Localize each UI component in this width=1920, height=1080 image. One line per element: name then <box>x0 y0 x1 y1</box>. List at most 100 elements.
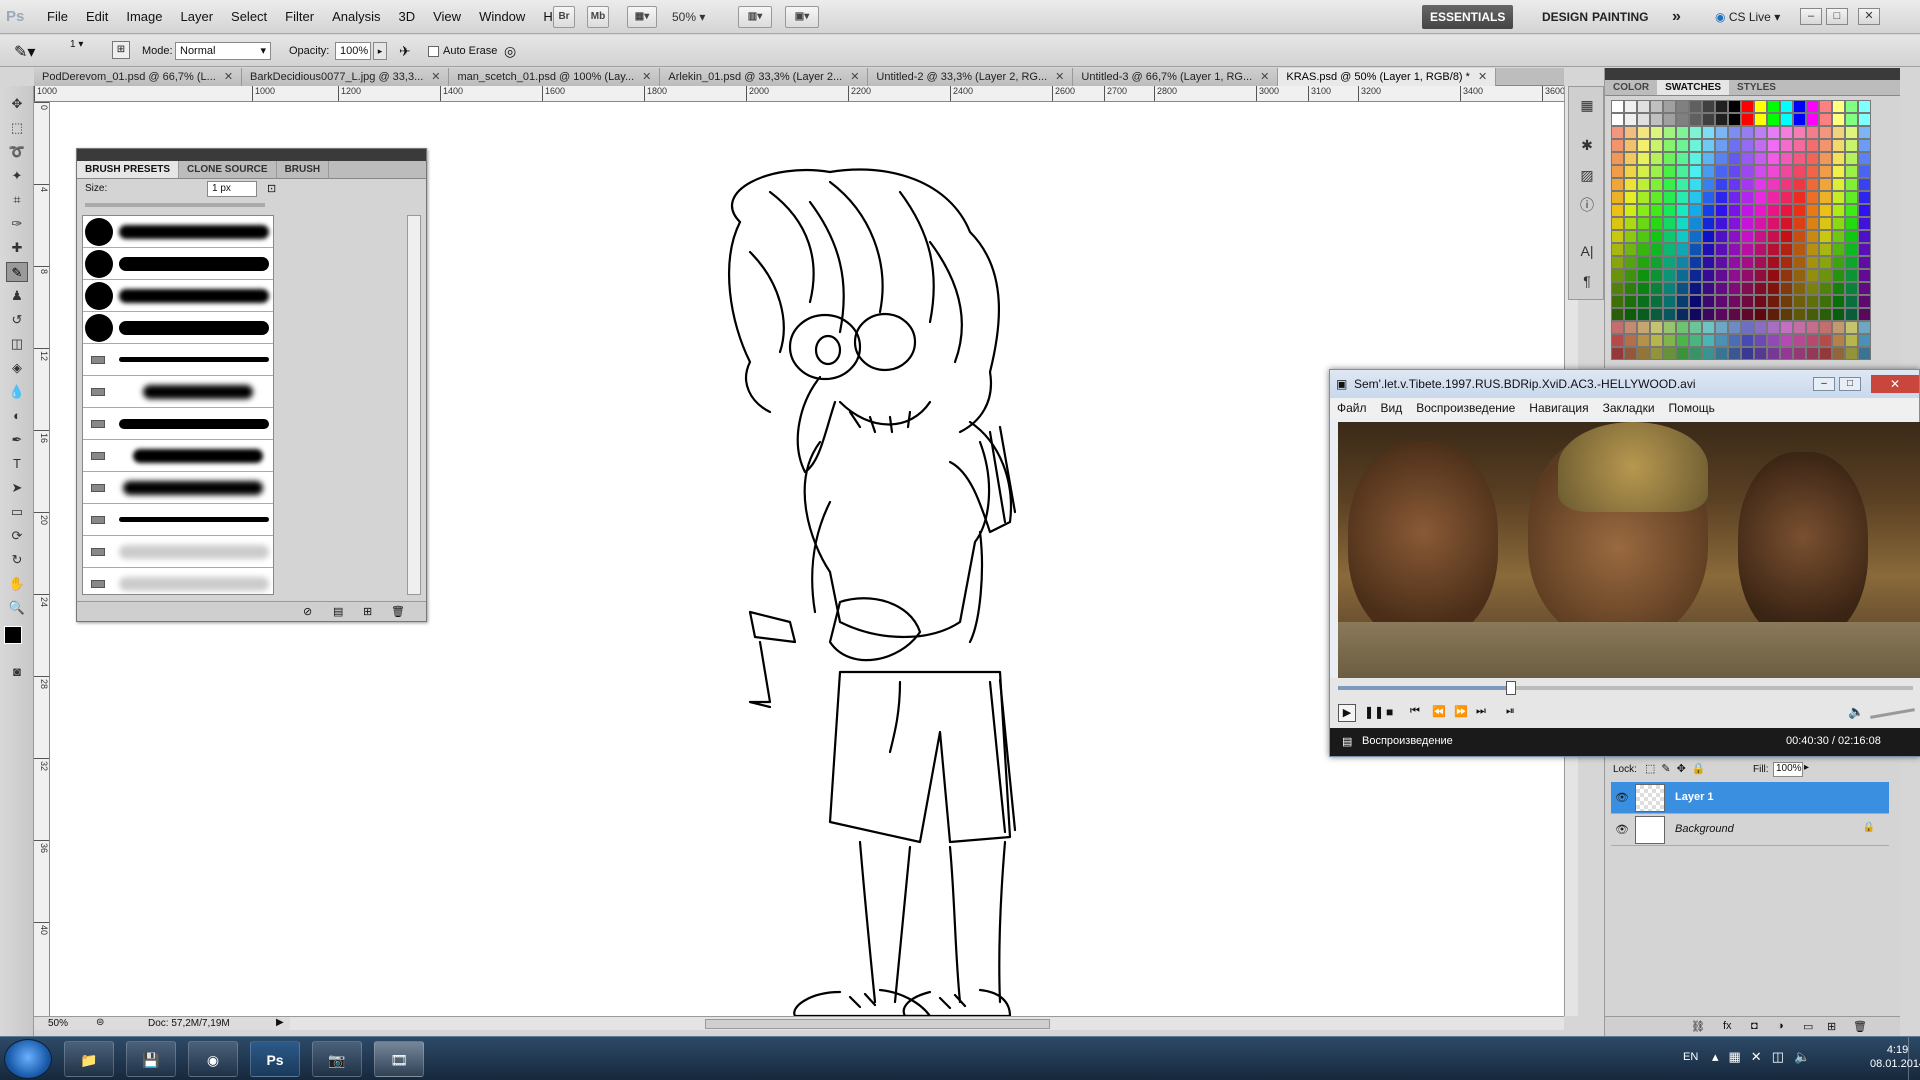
more-workspaces-button[interactable]: » <box>1664 5 1689 29</box>
swatch[interactable] <box>1845 217 1858 230</box>
swatch[interactable] <box>1611 347 1624 360</box>
swatch[interactable] <box>1676 204 1689 217</box>
swatch[interactable] <box>1780 321 1793 334</box>
swatch[interactable] <box>1741 243 1754 256</box>
swatch[interactable] <box>1715 321 1728 334</box>
swatch[interactable] <box>1676 191 1689 204</box>
swatch[interactable] <box>1728 321 1741 334</box>
swatch[interactable] <box>1676 321 1689 334</box>
swatch[interactable] <box>1676 282 1689 295</box>
swatch[interactable] <box>1819 308 1832 321</box>
layer-row[interactable]: 👁 Layer 1 <box>1611 782 1889 814</box>
menu-filter[interactable]: Filter <box>276 9 323 24</box>
swatch[interactable] <box>1715 178 1728 191</box>
swatch[interactable] <box>1754 321 1767 334</box>
swatch[interactable] <box>1715 126 1728 139</box>
swatch[interactable] <box>1793 230 1806 243</box>
photoshop-taskbar-icon[interactable]: Ps <box>250 1041 300 1077</box>
swatch[interactable] <box>1637 191 1650 204</box>
new-layer-icon[interactable]: ⊞ <box>1827 1020 1836 1033</box>
swatch[interactable] <box>1767 165 1780 178</box>
swatch[interactable] <box>1845 204 1858 217</box>
swatch[interactable] <box>1650 178 1663 191</box>
quick-mask-icon[interactable]: ◙ <box>6 662 28 682</box>
swatch[interactable] <box>1715 152 1728 165</box>
swatch[interactable] <box>1741 321 1754 334</box>
rewind-button[interactable]: ⏪ <box>1432 705 1446 718</box>
swatch[interactable] <box>1793 191 1806 204</box>
swatch[interactable] <box>1819 269 1832 282</box>
swatch[interactable] <box>1741 139 1754 152</box>
swatch[interactable] <box>1676 165 1689 178</box>
menu-image[interactable]: Image <box>117 9 171 24</box>
swatch[interactable] <box>1715 139 1728 152</box>
menu-3d[interactable]: 3D <box>389 9 424 24</box>
swatch[interactable] <box>1663 165 1676 178</box>
swatch[interactable] <box>1637 230 1650 243</box>
swatch[interactable] <box>1832 334 1845 347</box>
close-button[interactable]: ✕ <box>1858 8 1880 25</box>
swatch[interactable] <box>1728 191 1741 204</box>
swatch[interactable] <box>1741 113 1754 126</box>
3d-rotate-tool-icon[interactable]: ⟳ <box>6 526 28 546</box>
brush-preset-item[interactable] <box>83 376 273 408</box>
swatch[interactable] <box>1832 256 1845 269</box>
swatch[interactable] <box>1650 113 1663 126</box>
swatch[interactable] <box>1858 321 1871 334</box>
swatch[interactable] <box>1650 347 1663 360</box>
swatch[interactable] <box>1845 334 1858 347</box>
swatch[interactable] <box>1637 126 1650 139</box>
airbrush-icon[interactable]: ✈ <box>399 43 411 60</box>
swatch[interactable] <box>1624 347 1637 360</box>
swatch[interactable] <box>1637 347 1650 360</box>
tab-arlekin[interactable]: Arlekin_01.psd @ 33,3% (Layer 2... ✕ <box>660 68 869 86</box>
swatch[interactable] <box>1845 100 1858 113</box>
swatch[interactable] <box>1637 295 1650 308</box>
swatch[interactable] <box>1793 243 1806 256</box>
swatch[interactable] <box>1702 256 1715 269</box>
swatch[interactable] <box>1676 139 1689 152</box>
menu-view[interactable]: View <box>424 9 470 24</box>
swatch[interactable] <box>1728 308 1741 321</box>
swatch[interactable] <box>1637 243 1650 256</box>
arrange-documents-button[interactable]: ▥▾ <box>738 6 772 28</box>
size-slider[interactable] <box>85 203 265 207</box>
tab-kras[interactable]: KRAS.psd @ 50% (Layer 1, RGB/8) * ✕ <box>1278 68 1497 86</box>
swatch[interactable] <box>1637 204 1650 217</box>
eraser-tool-icon[interactable]: ◫ <box>6 334 28 354</box>
swatch[interactable] <box>1650 152 1663 165</box>
swatch[interactable] <box>1624 100 1637 113</box>
swatch[interactable] <box>1858 334 1871 347</box>
swatch[interactable] <box>1663 243 1676 256</box>
swatch[interactable] <box>1702 321 1715 334</box>
swatch[interactable] <box>1793 282 1806 295</box>
swatch[interactable] <box>1741 204 1754 217</box>
swatch[interactable] <box>1689 191 1702 204</box>
close-tab-icon[interactable]: ✕ <box>850 71 859 83</box>
swatch[interactable] <box>1780 100 1793 113</box>
swatch[interactable] <box>1624 282 1637 295</box>
swatch[interactable] <box>1754 152 1767 165</box>
swatch[interactable] <box>1663 126 1676 139</box>
swatch[interactable] <box>1728 243 1741 256</box>
show-desktop-button[interactable] <box>1908 1037 1920 1080</box>
open-preset-manager-icon[interactable]: ▤ <box>333 605 343 618</box>
swatch[interactable] <box>1780 217 1793 230</box>
swatch[interactable] <box>1689 152 1702 165</box>
player-titlebar[interactable]: ▣ Sem'.let.v.Tibete.1997.RUS.BDRip.XviD.… <box>1330 370 1919 398</box>
swatch[interactable] <box>1741 152 1754 165</box>
swatch[interactable] <box>1728 269 1741 282</box>
swatch[interactable] <box>1806 152 1819 165</box>
swatch[interactable] <box>1715 230 1728 243</box>
swatch[interactable] <box>1845 139 1858 152</box>
swatch[interactable] <box>1676 269 1689 282</box>
scrollbar-thumb[interactable] <box>705 1019 1050 1029</box>
swatch[interactable] <box>1663 347 1676 360</box>
swatch[interactable] <box>1611 126 1624 139</box>
swatch[interactable] <box>1819 217 1832 230</box>
swatch[interactable] <box>1793 347 1806 360</box>
swatch[interactable] <box>1663 217 1676 230</box>
swatch[interactable] <box>1676 178 1689 191</box>
swatch[interactable] <box>1832 126 1845 139</box>
delete-brush-icon[interactable]: 🗑 <box>391 605 405 618</box>
